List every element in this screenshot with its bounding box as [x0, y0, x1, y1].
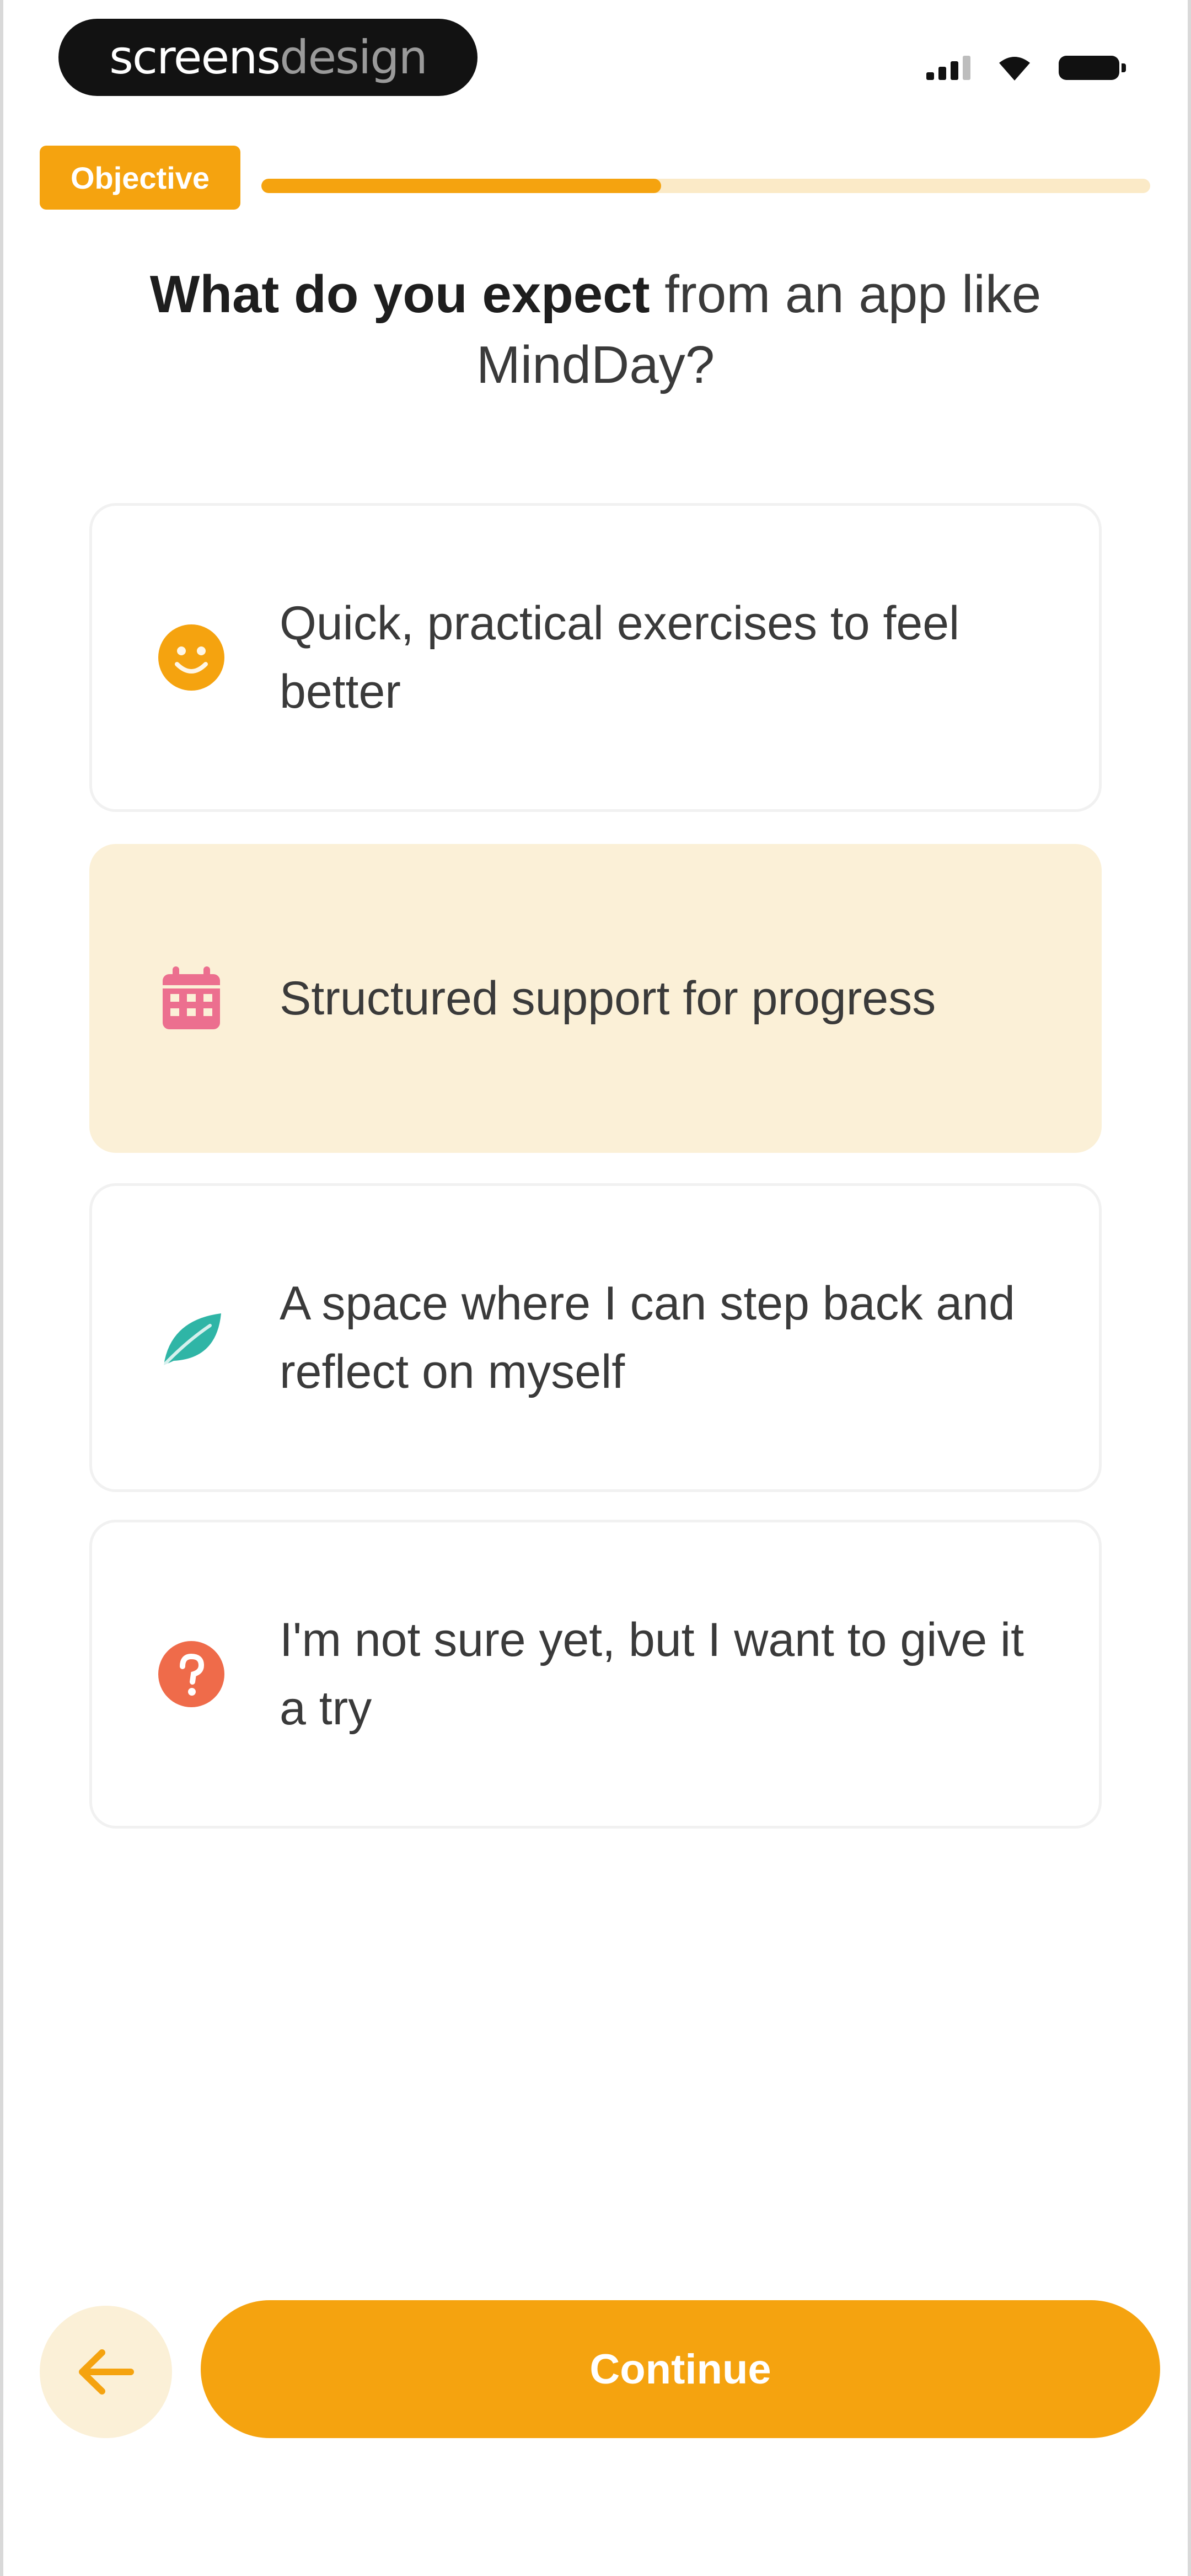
- status-icons: [926, 49, 1126, 87]
- option-structured-support[interactable]: Structured support for progress: [89, 844, 1102, 1153]
- wifi-icon: [999, 57, 1030, 81]
- progress-bar: [261, 179, 1150, 193]
- brand-primary: screens: [109, 30, 281, 84]
- progress-fill: [261, 179, 662, 193]
- option-label: I'm not sure yet, but I want to give it …: [280, 1613, 1024, 1735]
- smiley-face-icon: [157, 623, 226, 692]
- question-mark-icon: [157, 1640, 226, 1708]
- step-tag: Objective: [40, 146, 240, 210]
- back-button[interactable]: [40, 2306, 172, 2438]
- question-title: What do you expect from an app like Mind…: [66, 259, 1125, 400]
- option-label: Structured support for progress: [280, 972, 936, 1025]
- battery-icon: [1059, 56, 1126, 80]
- leaf-icon: [157, 1303, 226, 1372]
- option-label: A space where I can step back and reflec…: [280, 1277, 1015, 1398]
- cellular-signal-icon: [926, 56, 970, 80]
- option-space-to-reflect[interactable]: A space where I can step back and reflec…: [89, 1183, 1102, 1492]
- brand-secondary: design: [280, 30, 428, 84]
- calendar-icon: [157, 964, 226, 1033]
- option-not-sure[interactable]: I'm not sure yet, but I want to give it …: [89, 1520, 1102, 1829]
- option-label: Quick, practical exercises to feel bette…: [280, 597, 960, 718]
- continue-button[interactable]: Continue: [201, 2300, 1160, 2438]
- option-quick-exercises[interactable]: Quick, practical exercises to feel bette…: [89, 503, 1102, 812]
- question-title-bold: What do you expect: [149, 265, 650, 324]
- arrow-left-icon: [79, 2349, 134, 2395]
- brand-watermark: screens design: [58, 19, 478, 96]
